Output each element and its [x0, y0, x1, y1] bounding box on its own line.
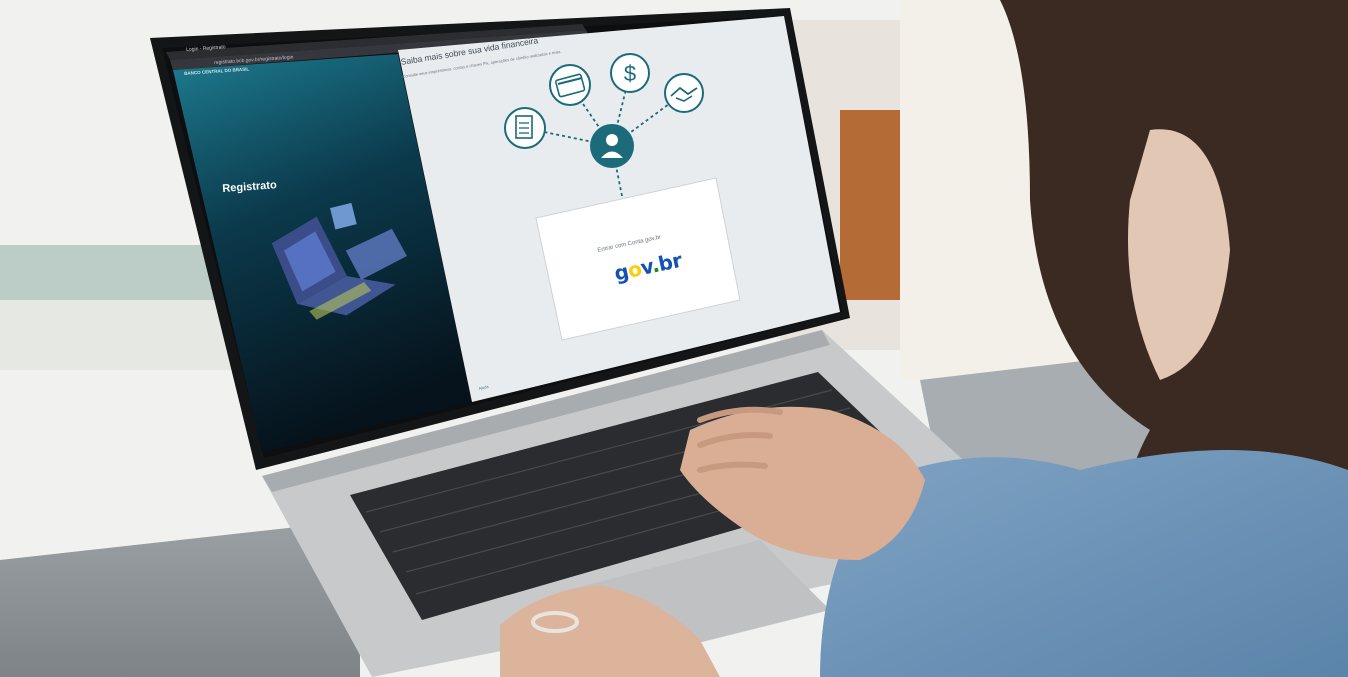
wooden-cabinet	[840, 110, 900, 300]
dollar-icon: $	[610, 53, 650, 93]
photo-scene: $	[0, 0, 1348, 677]
handshake-icon	[664, 73, 704, 113]
user-icon	[590, 124, 634, 168]
credit-card-icon	[549, 64, 591, 106]
svg-text:$: $	[624, 61, 636, 86]
document-icon	[504, 107, 546, 149]
